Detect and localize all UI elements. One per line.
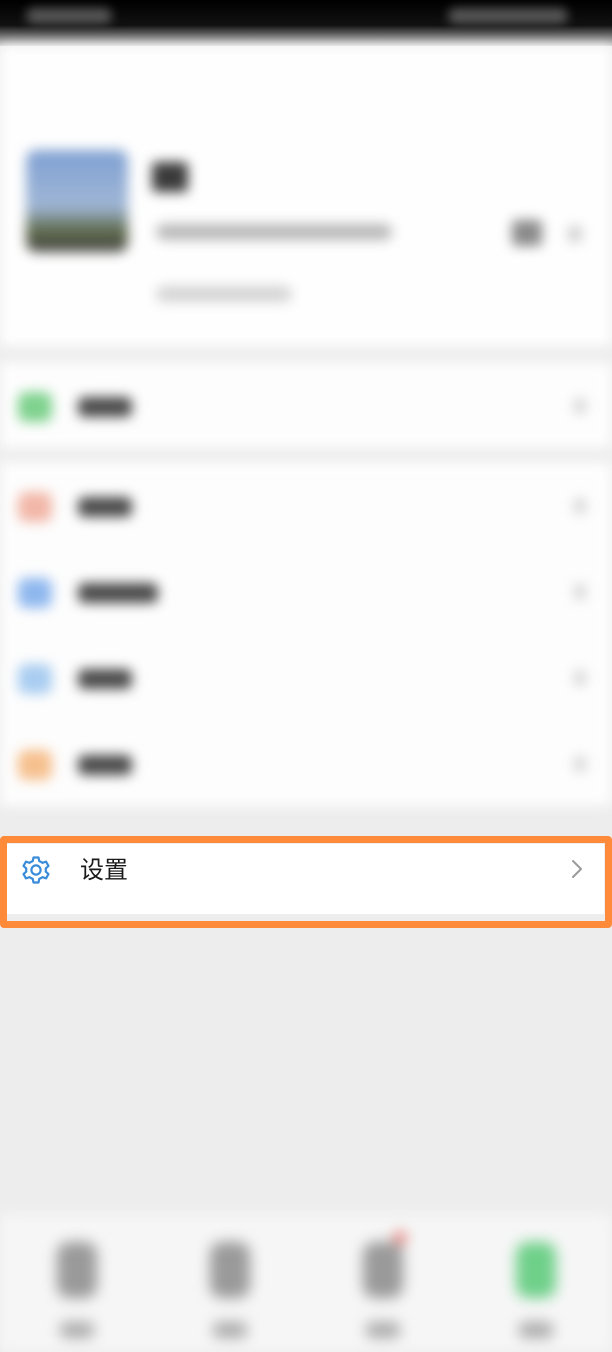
profile-name-blur [152,162,188,192]
menu-icon [18,492,52,522]
menu-icon [18,392,52,422]
menu-row-blurred [0,634,612,720]
tab-label-blur [365,1322,400,1338]
me-icon [515,1242,556,1298]
tab-chats[interactable] [0,1214,153,1352]
settings-menu-item[interactable]: 设置 [4,844,604,914]
status-icons-blur [448,8,568,24]
chevron-right-icon [574,584,586,600]
chat-icon [56,1242,97,1298]
tab-label-blur [518,1322,553,1338]
notification-dot [394,1232,406,1244]
chevron-right-icon [568,226,582,242]
menu-label-blur [78,497,132,517]
avatar [26,150,128,252]
chevron-right-icon [574,670,586,686]
chevron-right-icon [572,860,582,878]
tab-contacts[interactable] [153,1214,306,1352]
profile-id-blur [156,224,392,240]
settings-label: 设置 [80,856,128,884]
menu-row-blurred [0,362,612,448]
menu-icon [18,578,52,608]
chevron-right-icon [574,756,586,772]
status-time-blur [26,8,112,24]
gear-icon [22,856,50,884]
status-bar [0,0,612,46]
menu-icon [18,750,52,780]
qr-code-icon [512,220,542,246]
tab-me[interactable] [459,1214,612,1352]
tab-label-blur [59,1322,94,1338]
chevron-right-icon [574,398,586,414]
bottom-tab-bar [0,1214,612,1352]
menu-label-blur [78,755,132,775]
menu-row-blurred [0,548,612,634]
menu-label-blur [78,397,132,417]
chevron-right-icon [574,498,586,514]
tab-discover[interactable] [306,1214,459,1352]
menu-group-services [0,362,612,448]
contacts-icon [209,1242,250,1298]
discover-icon [362,1242,403,1298]
blurred-background-content [0,46,612,810]
menu-row-blurred [0,720,612,806]
profile-header [0,46,612,346]
menu-label-blur [78,583,158,603]
menu-group-main [0,462,612,806]
tab-label-blur [212,1322,247,1338]
profile-status-blur [156,286,292,302]
menu-row-blurred [0,462,612,548]
menu-label-blur [78,669,132,689]
menu-icon [18,664,52,694]
